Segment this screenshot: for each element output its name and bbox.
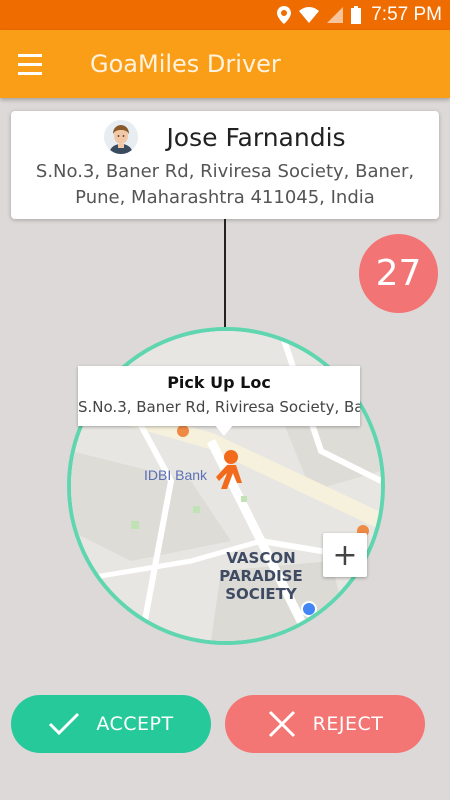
pickup-address: S.No.3, Baner Rd, Riviresa Society, Bane… [78,398,360,416]
passenger-header: Jose Farnandis [11,119,439,155]
info-window-pointer [214,424,234,436]
passenger-name: Jose Farnandis [166,122,346,152]
status-icons [277,6,362,24]
app-bar: GoaMiles Driver [0,30,450,98]
map-label-area-1: VASCON [226,549,295,567]
hamburger-menu-icon [18,51,42,78]
passenger-card: Jose Farnandis S.No.3, Baner Rd, Rivires… [11,111,439,219]
battery-icon [351,6,362,24]
signal-icon [327,7,344,23]
status-bar: 7:57 PM [0,0,450,30]
connector-line [224,219,226,329]
accept-label: ACCEPT [96,713,174,735]
map-label-area-2: PARADISE [219,567,302,585]
passenger-address: S.No.3, Baner Rd, Riviresa Society, Bane… [35,161,415,208]
avatar-icon [104,120,139,154]
reject-button[interactable]: REJECT [225,695,425,753]
pickup-info-window[interactable]: Pick Up Loc S.No.3, Baner Rd, Riviresa S… [78,366,360,426]
status-time: 7:57 PM [371,4,442,25]
accept-button[interactable]: ACCEPT [11,695,211,753]
wifi-icon [299,7,320,23]
pickup-title: Pick Up Loc [167,373,271,392]
reject-label: REJECT [312,713,384,735]
countdown-timer: 27 [359,234,438,313]
check-icon [49,712,80,736]
zoom-in-button[interactable]: + [323,533,367,577]
map-label-bank: IDBI Bank [144,467,208,483]
map-label-area-3: SOCIETY [225,585,298,603]
avatar [104,120,139,154]
menu-button[interactable] [0,30,60,98]
close-icon [268,710,295,738]
location-icon [277,6,292,24]
app-title: GoaMiles Driver [90,50,281,78]
